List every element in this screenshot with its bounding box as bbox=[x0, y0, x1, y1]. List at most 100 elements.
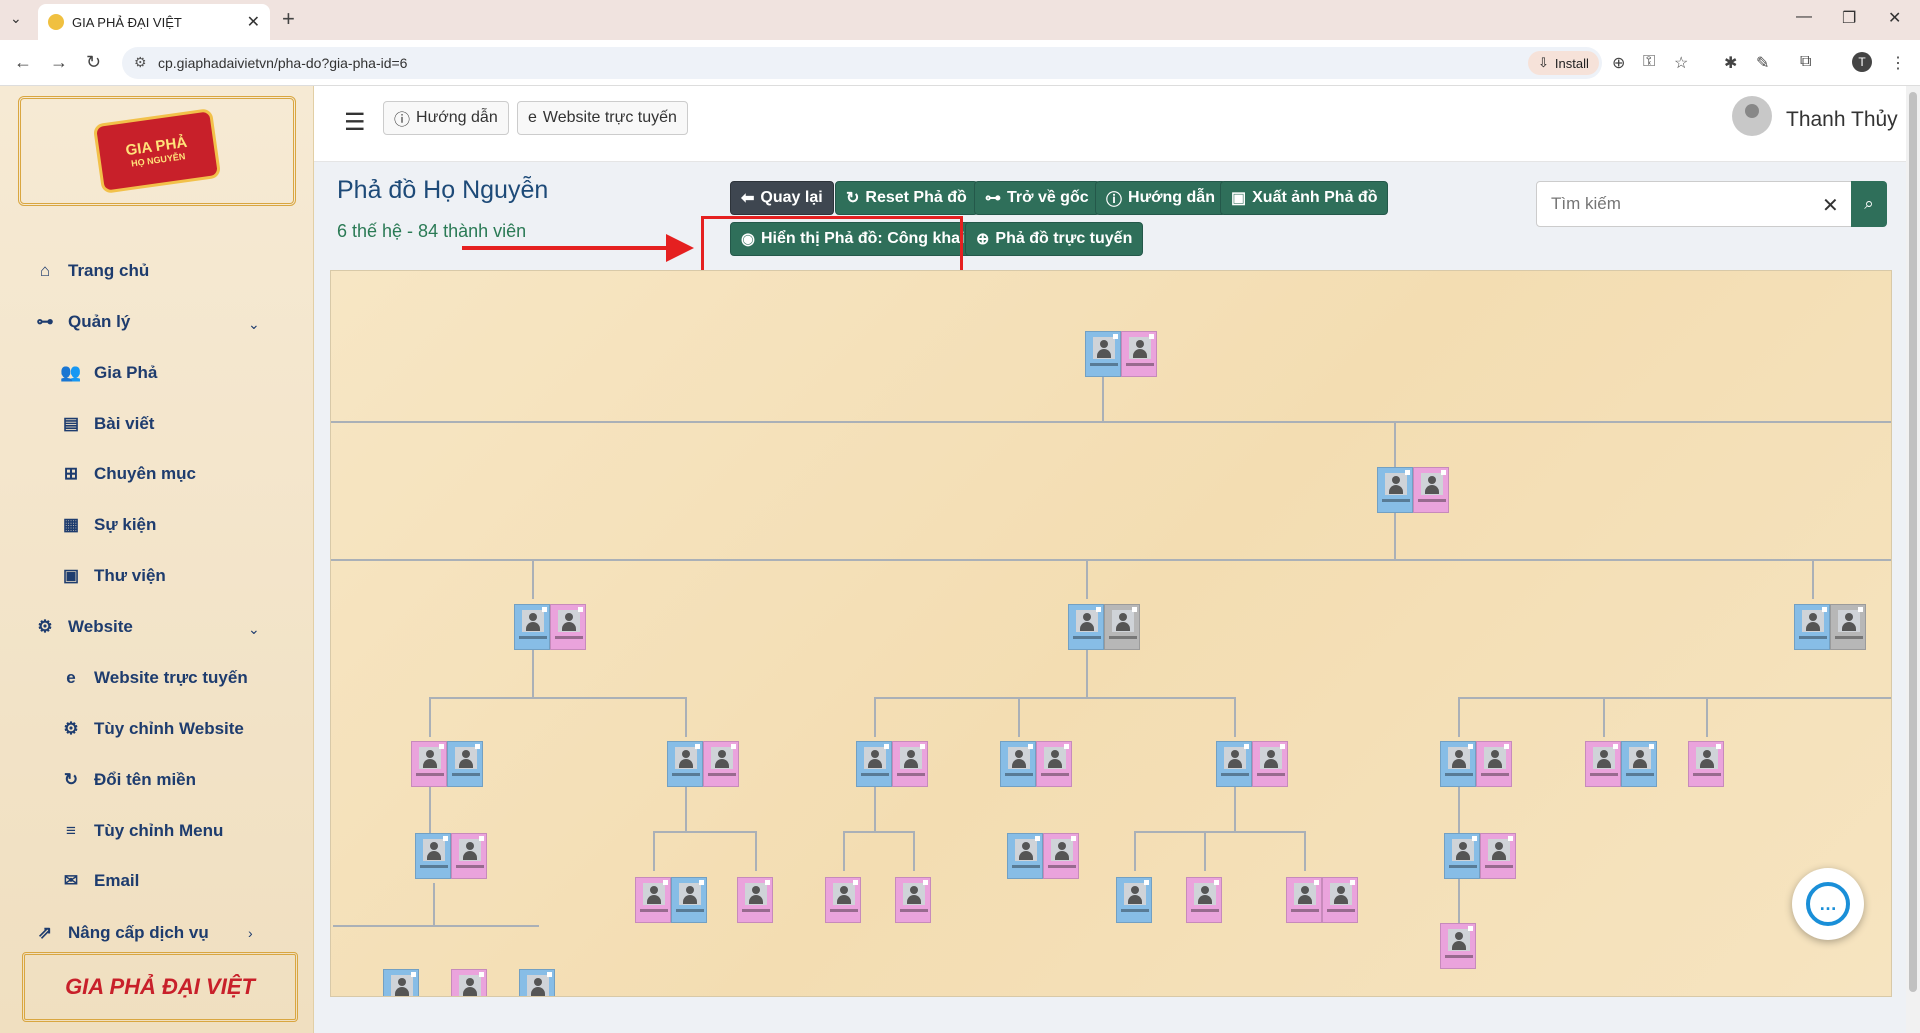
tab-list-chevron-icon[interactable]: ⌄ bbox=[10, 10, 22, 27]
export-image-button[interactable]: ▣ Xuất ảnh Phả đồ bbox=[1220, 181, 1389, 215]
clear-search-icon[interactable]: ✕ bbox=[1822, 193, 1839, 218]
member-card[interactable] bbox=[671, 877, 707, 923]
sidebar-item-domain[interactable]: ↻ Đổi tên miền bbox=[60, 760, 196, 800]
sidebar-item-posts[interactable]: ▤ Bài viết bbox=[60, 404, 155, 444]
member-card[interactable] bbox=[411, 741, 447, 787]
member-card[interactable] bbox=[1121, 331, 1157, 377]
reload-icon[interactable]: ↻ bbox=[86, 52, 101, 73]
brand-logo[interactable]: GIA PHẢ ĐẠI VIỆT bbox=[22, 952, 298, 1022]
sidebar-item-events[interactable]: ▦ Sự kiện bbox=[60, 505, 156, 545]
member-card[interactable] bbox=[1621, 741, 1657, 787]
sidebar-item-upgrade[interactable]: ⇗ Nâng cấp dịch vụ bbox=[34, 913, 209, 953]
member-card[interactable] bbox=[514, 604, 550, 650]
sidebar-item-customize-website[interactable]: ⚙ Tùy chỉnh Website bbox=[60, 709, 244, 749]
install-button[interactable]: ⇩ Install bbox=[1528, 51, 1599, 75]
sidebar-item-home[interactable]: ⌂ Trang chủ bbox=[34, 251, 149, 291]
browser-tab[interactable]: GIA PHẢ ĐẠI VIỆT ✕ bbox=[38, 4, 270, 40]
member-card[interactable] bbox=[892, 741, 928, 787]
chat-support-button[interactable]: … bbox=[1792, 868, 1864, 940]
search-input[interactable] bbox=[1536, 181, 1854, 227]
member-card[interactable] bbox=[1252, 741, 1288, 787]
member-card[interactable] bbox=[1440, 741, 1476, 787]
user-name[interactable]: Thanh Thủy bbox=[1786, 108, 1898, 132]
minimize-icon[interactable]: — bbox=[1796, 8, 1812, 26]
member-card[interactable] bbox=[1036, 741, 1072, 787]
member-card[interactable] bbox=[1322, 877, 1358, 923]
member-card[interactable] bbox=[451, 969, 487, 996]
site-info-icon[interactable]: ⚙ bbox=[134, 54, 147, 71]
zoom-icon[interactable]: ⊕ bbox=[1612, 53, 1625, 73]
family-logo[interactable]: GIA PHẢ HỌ NGUYỄN bbox=[18, 96, 296, 206]
guide-button[interactable]: ⓘ Hướng dẫn bbox=[383, 101, 509, 135]
sidebar-item-email[interactable]: ✉ Email bbox=[60, 861, 139, 901]
guide-tree-button[interactable]: ⓘ Hướng dẫn bbox=[1095, 181, 1226, 215]
pen-icon[interactable]: ✎ bbox=[1756, 53, 1769, 73]
key-icon[interactable]: ⚿ bbox=[1643, 53, 1655, 71]
close-tab-icon[interactable]: ✕ bbox=[247, 12, 260, 32]
member-card[interactable] bbox=[451, 833, 487, 879]
reset-button[interactable]: ↻ Reset Phả đồ bbox=[835, 181, 978, 215]
member-card[interactable] bbox=[1068, 604, 1104, 650]
member-card[interactable] bbox=[1476, 741, 1512, 787]
sidebar-item-website[interactable]: ⚙ Website bbox=[34, 607, 133, 647]
member-card[interactable] bbox=[737, 877, 773, 923]
kebab-menu-icon[interactable]: ⋮ bbox=[1890, 53, 1906, 73]
member-card[interactable] bbox=[1000, 741, 1036, 787]
member-card[interactable] bbox=[1216, 741, 1252, 787]
search-button[interactable]: ⌕ bbox=[1851, 181, 1887, 227]
member-card[interactable] bbox=[550, 604, 586, 650]
back-button[interactable]: ⬅ Quay lại bbox=[730, 181, 834, 215]
member-card[interactable] bbox=[1585, 741, 1621, 787]
member-card[interactable] bbox=[1480, 833, 1516, 879]
member-card[interactable] bbox=[1104, 604, 1140, 650]
member-card[interactable] bbox=[1377, 467, 1413, 513]
member-card[interactable] bbox=[1085, 331, 1121, 377]
member-card[interactable] bbox=[895, 877, 931, 923]
back-arrow-icon[interactable]: ← bbox=[14, 52, 32, 73]
member-card[interactable] bbox=[519, 969, 555, 996]
member-card[interactable] bbox=[1794, 604, 1830, 650]
member-card[interactable] bbox=[703, 741, 739, 787]
member-card[interactable] bbox=[856, 741, 892, 787]
member-card[interactable] bbox=[1688, 741, 1724, 787]
profile-avatar[interactable]: T bbox=[1852, 52, 1872, 72]
url-field[interactable]: ⚙ cp.giaphadaivietvn/pha-do?gia-pha-id=6 bbox=[122, 47, 1602, 79]
sidebar-item-menu[interactable]: ≡ Tùy chỉnh Menu bbox=[60, 811, 223, 851]
family-tree-canvas[interactable] bbox=[330, 270, 1892, 997]
restore-icon[interactable]: ❐ bbox=[1842, 8, 1856, 28]
star-icon[interactable]: ☆ bbox=[1674, 53, 1688, 73]
sidebar-item-categories[interactable]: ⊞ Chuyên mục bbox=[60, 454, 196, 494]
extension-icon[interactable]: ✱ bbox=[1724, 53, 1737, 73]
member-card[interactable] bbox=[1007, 833, 1043, 879]
online-tree-button[interactable]: ⊕ Phả đồ trực tuyến bbox=[965, 222, 1144, 256]
member-card[interactable] bbox=[1413, 467, 1449, 513]
sidebar-item-library[interactable]: ▣ Thư viện bbox=[60, 556, 166, 596]
sidebar-item-website-online[interactable]: e Website trực tuyến bbox=[60, 658, 247, 698]
member-card[interactable] bbox=[635, 877, 671, 923]
member-card[interactable] bbox=[1186, 877, 1222, 923]
sidebar-item-manage[interactable]: ⊶ Quản lý bbox=[34, 302, 131, 342]
member-card[interactable] bbox=[1444, 833, 1480, 879]
member-card[interactable] bbox=[1830, 604, 1866, 650]
scrollbar-thumb[interactable] bbox=[1909, 92, 1917, 992]
forward-arrow-icon[interactable]: → bbox=[50, 52, 68, 73]
page-scrollbar[interactable] bbox=[1906, 86, 1920, 1033]
member-card[interactable] bbox=[383, 969, 419, 996]
member-card[interactable] bbox=[1043, 833, 1079, 879]
chevron-down-icon[interactable]: ⌄ bbox=[248, 621, 260, 638]
hamburger-menu-icon[interactable]: ☰ bbox=[344, 108, 366, 137]
new-tab-icon[interactable]: + bbox=[282, 6, 295, 32]
member-card[interactable] bbox=[1440, 923, 1476, 969]
member-card[interactable] bbox=[1116, 877, 1152, 923]
root-button[interactable]: ⊶ Trở về gốc bbox=[974, 181, 1100, 215]
chevron-right-icon[interactable]: › bbox=[248, 925, 253, 941]
member-card[interactable] bbox=[415, 833, 451, 879]
sidebar-item-giapha[interactable]: 👥 Gia Phả bbox=[60, 353, 157, 393]
close-window-icon[interactable]: ✕ bbox=[1888, 8, 1901, 28]
website-online-button[interactable]: e Website trực tuyến bbox=[517, 101, 688, 135]
puzzle-icon[interactable]: ⧉ bbox=[1800, 53, 1811, 71]
user-avatar[interactable] bbox=[1732, 96, 1772, 136]
chevron-down-icon[interactable]: ⌄ bbox=[248, 316, 260, 333]
member-card[interactable] bbox=[1286, 877, 1322, 923]
member-card[interactable] bbox=[667, 741, 703, 787]
